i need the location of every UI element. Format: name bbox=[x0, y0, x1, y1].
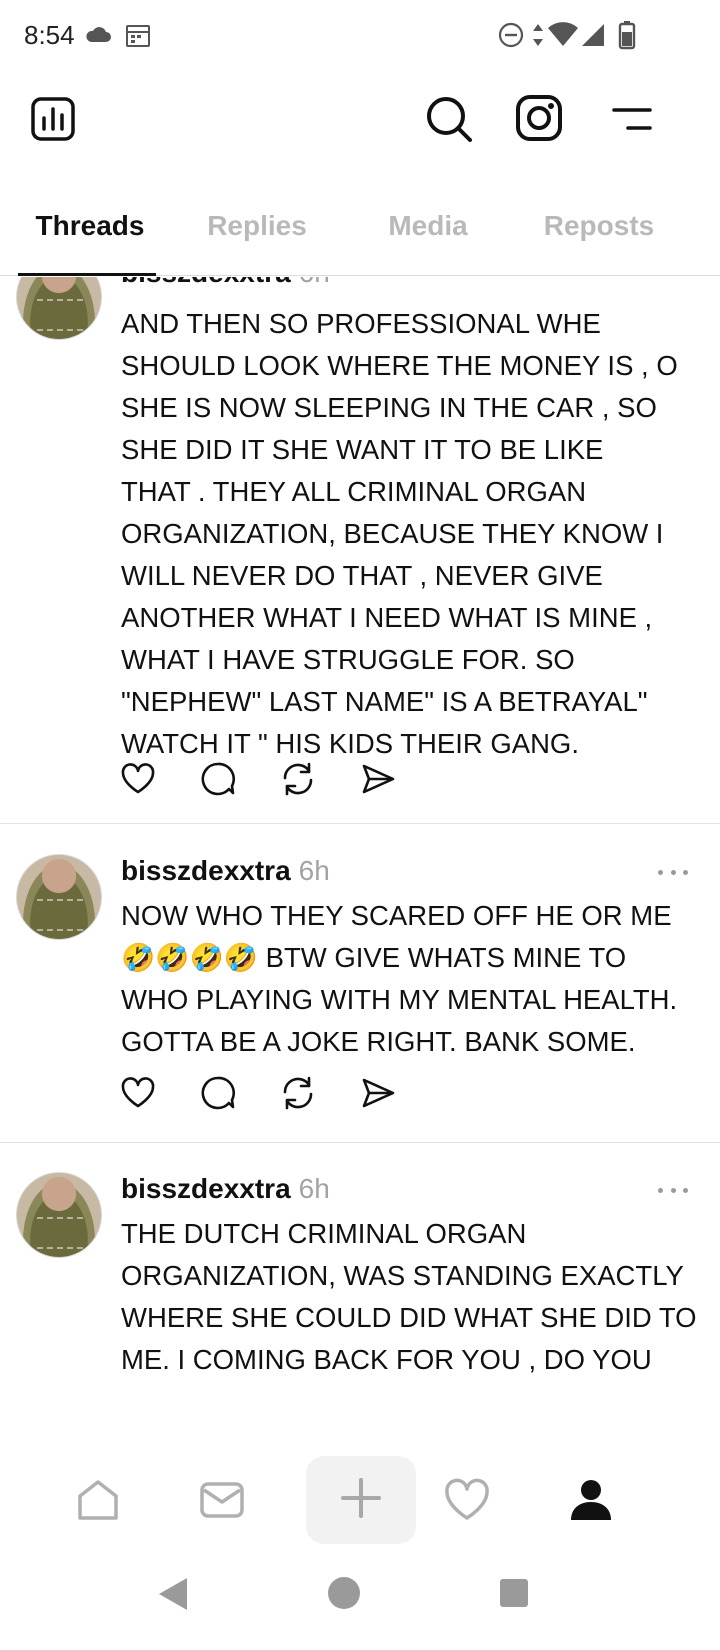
avatar[interactable] bbox=[16, 854, 102, 940]
post-time: 6h bbox=[299, 277, 330, 288]
username-text[interactable]: bisszdexxtra bbox=[121, 855, 291, 886]
like-icon[interactable] bbox=[120, 761, 160, 801]
thread-post[interactable]: bisszdexxtra 6h NOW WHO THEY SCARED OFF H… bbox=[0, 825, 720, 1143]
compose-button[interactable] bbox=[306, 1456, 416, 1544]
thread-post[interactable]: bisszdexxtra 6h AND THEN SO PROFESSIONAL … bbox=[0, 277, 720, 824]
tab-replies[interactable]: Replies bbox=[167, 210, 347, 242]
search-icon[interactable] bbox=[424, 94, 474, 144]
avatar[interactable] bbox=[16, 1172, 102, 1258]
reply-icon[interactable] bbox=[200, 1075, 240, 1115]
post-time: 6h bbox=[298, 855, 330, 886]
tab-reposts[interactable]: Reposts bbox=[509, 210, 689, 242]
battery-icon bbox=[618, 20, 636, 55]
home-circle-icon[interactable] bbox=[326, 1575, 362, 1616]
calendar-icon bbox=[125, 22, 151, 53]
status-time: 8:54 bbox=[24, 20, 75, 50]
reply-icon[interactable] bbox=[200, 761, 240, 801]
post-username[interactable]: bisszdexxtra6h bbox=[121, 855, 330, 887]
cloud-icon bbox=[84, 24, 112, 49]
more-options-icon[interactable] bbox=[658, 277, 688, 281]
active-tab-indicator bbox=[18, 273, 156, 276]
share-icon[interactable] bbox=[360, 1075, 400, 1115]
profile-tabs: Threads Replies Media Reposts bbox=[0, 196, 720, 276]
profile-icon[interactable] bbox=[561, 1470, 621, 1530]
insights-icon[interactable] bbox=[30, 96, 76, 142]
home-icon[interactable] bbox=[68, 1470, 128, 1530]
recents-icon[interactable] bbox=[498, 1577, 530, 1614]
thread-feed: bisszdexxtra6h AND THEN SO PROFESSIONAL … bbox=[0, 277, 720, 1447]
menu-icon[interactable] bbox=[610, 104, 654, 134]
share-icon[interactable] bbox=[360, 761, 400, 801]
activity-icon[interactable] bbox=[437, 1470, 497, 1530]
signal-icon bbox=[580, 22, 606, 53]
more-options-icon[interactable] bbox=[658, 1188, 688, 1198]
username-text[interactable]: bisszdexxtra bbox=[121, 277, 291, 288]
like-icon[interactable] bbox=[120, 1075, 160, 1115]
thread-post[interactable]: bisszdexxtra 6h THE DUTCH CRIMINAL ORGAN … bbox=[0, 1143, 720, 1447]
back-icon[interactable] bbox=[155, 1575, 189, 1618]
more-options-icon[interactable] bbox=[658, 870, 688, 880]
tab-media[interactable]: Media bbox=[338, 210, 518, 242]
username-text[interactable]: bisszdexxtra bbox=[121, 1173, 291, 1204]
data-arrows-icon bbox=[532, 22, 544, 53]
repost-icon[interactable] bbox=[280, 1075, 320, 1115]
post-username[interactable]: bisszdexxtra 6h bbox=[121, 277, 330, 289]
inbox-icon[interactable] bbox=[192, 1470, 252, 1530]
do-not-disturb-icon bbox=[498, 22, 524, 53]
compose-icon bbox=[339, 1476, 383, 1525]
header bbox=[0, 72, 720, 182]
post-time: 6h bbox=[298, 1173, 330, 1204]
post-text: THE DUTCH CRIMINAL ORGAN ORGANIZATION, W… bbox=[121, 1218, 697, 1375]
status-bar: 8:54 bbox=[0, 0, 720, 72]
bottom-nav bbox=[0, 1448, 720, 1553]
post-text: AND THEN SO PROFESSIONAL WHE SHOULD LOOK… bbox=[121, 308, 678, 759]
system-nav bbox=[0, 1555, 720, 1650]
wifi-icon bbox=[547, 22, 579, 53]
avatar[interactable] bbox=[16, 277, 102, 340]
post-username[interactable]: bisszdexxtra6h bbox=[121, 1173, 330, 1205]
tab-threads[interactable]: Threads bbox=[0, 210, 180, 242]
repost-icon[interactable] bbox=[280, 761, 320, 801]
instagram-icon[interactable] bbox=[515, 94, 563, 142]
post-text: NOW WHO THEY SCARED OFF HE OR ME 🤣🤣🤣🤣 BT… bbox=[121, 900, 678, 1057]
